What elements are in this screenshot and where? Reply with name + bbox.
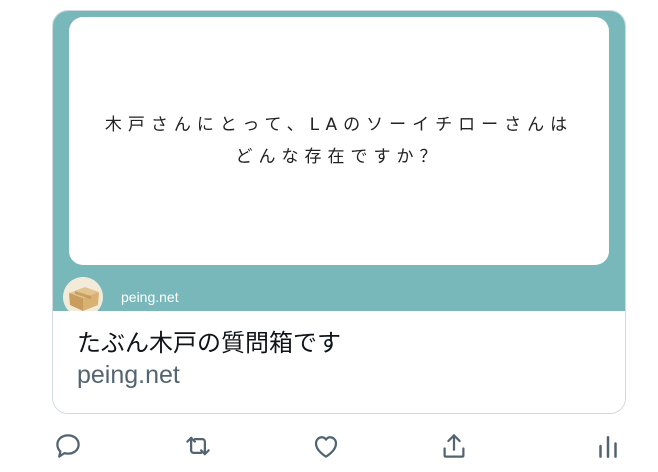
link-preview-image[interactable]: 木戸さんにとって、LAのソーイチローさんは どんな存在ですか？ peing.ne… <box>53 11 625 317</box>
link-card-title: たぶん木戸の質問箱です <box>77 329 341 357</box>
retweet-icon[interactable] <box>180 428 216 464</box>
preview-brand-label: peing.net <box>121 289 179 305</box>
link-card-domain: peing.net <box>77 361 180 389</box>
tweet-action-bar <box>0 420 658 472</box>
link-card-meta[interactable]: たぶん木戸の質問箱です peing.net <box>53 311 625 413</box>
like-icon[interactable] <box>308 428 344 464</box>
question-text-line-1: 木戸さんにとって、LAのソーイチローさんは <box>104 115 574 135</box>
question-text-line-2: どんな存在ですか？ <box>235 147 443 167</box>
share-icon[interactable] <box>436 428 472 464</box>
reply-icon[interactable] <box>50 428 86 464</box>
question-panel: 木戸さんにとって、LAのソーイチローさんは どんな存在ですか？ <box>69 17 609 265</box>
link-card[interactable]: 木戸さんにとって、LAのソーイチローさんは どんな存在ですか？ peing.ne… <box>52 10 626 414</box>
analytics-icon[interactable] <box>590 428 626 464</box>
